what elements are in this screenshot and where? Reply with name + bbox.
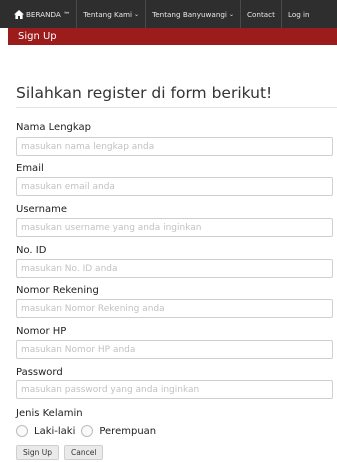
chevron-down-icon: ⌄ — [134, 10, 140, 18]
username-input[interactable] — [16, 218, 333, 237]
form-actions: Sign Up Cancel — [16, 445, 108, 460]
nama-lengkap-input[interactable] — [16, 137, 333, 156]
nav-tentang-banyuwangi-label: Tentang Banyuwangi — [152, 9, 227, 19]
nav-home[interactable]: BERANDA ™ — [0, 0, 78, 28]
nomor-hp-label: Nomor HP — [16, 326, 67, 337]
email-input[interactable] — [16, 177, 333, 196]
page-title: Silahkan register di form berikut! — [16, 84, 273, 102]
nav-login[interactable]: Log in — [282, 0, 316, 28]
nav-brand-label: BERANDA ™ — [26, 9, 71, 19]
username-label: Username — [16, 204, 67, 215]
laki-laki-radio[interactable] — [16, 425, 28, 437]
password-input[interactable] — [16, 380, 333, 399]
email-label: Email — [16, 163, 44, 174]
title-divider — [16, 107, 337, 108]
nomor-rekening-label: Nomor Rekening — [16, 285, 99, 296]
nav-contact-label: Contact — [246, 9, 275, 19]
password-label: Password — [16, 367, 63, 378]
top-navbar: BERANDA ™ Tentang Kami ⌄ Tentang Banyuwa… — [0, 0, 337, 28]
perempuan-radio[interactable] — [81, 425, 94, 437]
perempuan-label: Perempuan — [99, 425, 157, 437]
jenis-kelamin-label: Jenis Kelamin — [16, 408, 83, 419]
nav-login-label: Log in — [287, 9, 310, 19]
nav-tentang-banyuwangi[interactable]: Tentang Banyuwangi ⌄ — [146, 0, 241, 28]
nav-tentang-kami[interactable]: Tentang Kami ⌄ — [77, 0, 147, 28]
gender-radio-group: Laki-laki Perempuan — [16, 425, 162, 437]
laki-laki-label: Laki-laki — [34, 425, 76, 437]
nav-contact[interactable]: Contact — [241, 0, 282, 28]
nomor-hp-input[interactable] — [16, 340, 333, 359]
nav-tentang-kami-label: Tentang Kami — [83, 9, 133, 19]
no-id-input[interactable] — [16, 259, 333, 278]
signup-button[interactable]: Sign Up — [16, 445, 59, 460]
nama-lengkap-label: Nama Lengkap — [16, 122, 91, 133]
nav-signup-label: Sign Up — [18, 31, 57, 42]
cancel-button[interactable]: Cancel — [64, 445, 104, 460]
chevron-down-icon: ⌄ — [228, 10, 234, 18]
no-id-label: No. ID — [16, 245, 47, 256]
home-icon — [14, 9, 24, 19]
nav-signup-item[interactable]: Sign Up — [8, 28, 337, 45]
nomor-rekening-input[interactable] — [16, 299, 333, 318]
